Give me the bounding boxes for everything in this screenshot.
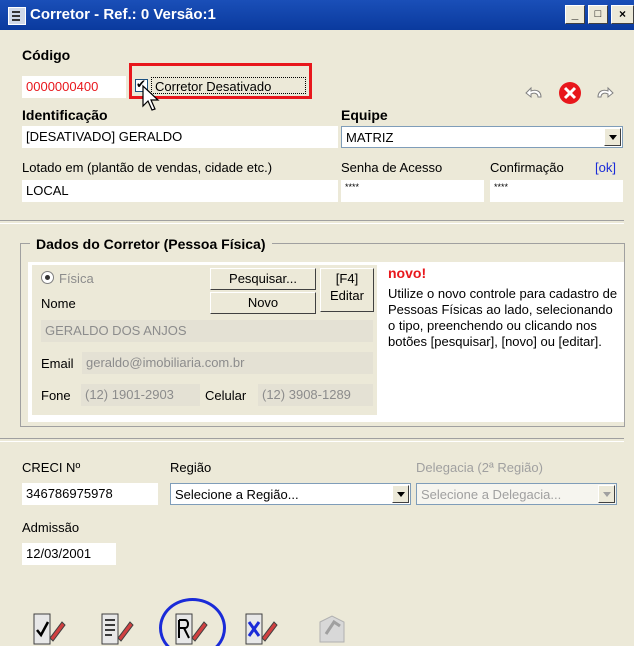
redo-icon[interactable]: [594, 86, 614, 100]
info-title: novo!: [388, 265, 427, 281]
creci-label: CRECI Nº: [22, 460, 81, 475]
f4-shortcut: [F4]: [335, 271, 359, 286]
email-field[interactable]: geraldo@imobiliaria.com.br: [82, 352, 373, 374]
celular-field[interactable]: (12) 3908-1289: [258, 384, 373, 406]
edit-document-icon[interactable]: [96, 608, 136, 646]
fisica-label[interactable]: Física: [59, 271, 94, 286]
check-document-icon[interactable]: [28, 608, 68, 646]
equipe-value: MATRIZ: [346, 130, 394, 145]
chevron-down-icon[interactable]: [598, 485, 615, 503]
confirmacao-label: Confirmação: [490, 160, 564, 175]
fone-field[interactable]: (12) 1901-2903: [81, 384, 200, 406]
identificacao-label: Identificação: [22, 107, 108, 123]
fone-label: Fone: [41, 388, 71, 403]
pesquisar-button[interactable]: Pesquisar...: [210, 268, 316, 290]
maximize-button[interactable]: □: [588, 5, 608, 24]
chevron-down-icon[interactable]: [604, 128, 621, 146]
confirmacao-field[interactable]: ****: [490, 180, 623, 202]
creci-field[interactable]: 346786975978: [22, 483, 158, 505]
cancel-icon[interactable]: [558, 81, 582, 105]
highlight-circle: [159, 598, 226, 646]
minimize-button[interactable]: _: [565, 5, 585, 24]
editar-label: Editar: [330, 288, 364, 303]
delegacia-select[interactable]: Selecione a Delegacia...: [416, 483, 617, 505]
codigo-field[interactable]: 0000000400: [22, 76, 126, 98]
senha-field[interactable]: ****: [341, 180, 484, 202]
equipe-select[interactable]: MATRIZ: [341, 126, 623, 148]
undo-icon[interactable]: [525, 86, 545, 100]
app-icon: [8, 7, 26, 25]
separator-2: [0, 438, 624, 442]
regiao-select[interactable]: Selecione a Região...: [170, 483, 411, 505]
window-title: Corretor - Ref.: 0 Versão:1: [30, 6, 216, 23]
celular-label: Celular: [205, 388, 247, 403]
email-label: Email: [41, 356, 74, 371]
identificacao-field[interactable]: [DESATIVADO] GERALDO: [22, 126, 338, 148]
admissao-label: Admissão: [22, 520, 80, 535]
desativado-label[interactable]: Corretor Desativado: [155, 79, 271, 94]
editar-button[interactable]: [F4] Editar: [320, 268, 374, 312]
delegacia-label: Delegacia (2ª Região): [416, 460, 543, 475]
regiao-label: Região: [170, 460, 212, 475]
dados-title: Dados do Corretor (Pessoa Física): [30, 236, 272, 252]
info-text: Utilize o novo controle para cadastro de…: [388, 286, 618, 349]
regiao-value: Selecione a Região...: [175, 487, 299, 502]
senha-label: Senha de Acesso: [341, 160, 443, 175]
lotado-label: Lotado em (plantão de vendas, cidade etc…: [22, 160, 273, 175]
lotado-field[interactable]: LOCAL: [22, 180, 338, 202]
delegacia-value: Selecione a Delegacia...: [421, 487, 562, 502]
mouse-cursor-icon: [142, 84, 160, 111]
fisica-radio[interactable]: [41, 271, 54, 284]
ok-link[interactable]: [ok]: [595, 160, 616, 175]
novo-button[interactable]: Novo: [210, 292, 316, 314]
close-button[interactable]: ×: [611, 5, 634, 24]
title-bar: Corretor - Ref.: 0 Versão:1 _ □ ×: [0, 0, 634, 30]
nome-field[interactable]: GERALDO DOS ANJOS: [41, 320, 373, 342]
codigo-label: Código: [22, 47, 71, 63]
separator: [0, 220, 624, 224]
chevron-down-icon[interactable]: [392, 485, 409, 503]
equipe-label: Equipe: [341, 107, 388, 123]
admissao-field[interactable]: 12/03/2001: [22, 543, 116, 565]
delete-document-icon[interactable]: [240, 608, 280, 646]
nome-label: Nome: [41, 296, 76, 311]
corretor-window: Corretor - Ref.: 0 Versão:1 _ □ × Código…: [0, 0, 634, 646]
export-icon[interactable]: [312, 608, 352, 646]
